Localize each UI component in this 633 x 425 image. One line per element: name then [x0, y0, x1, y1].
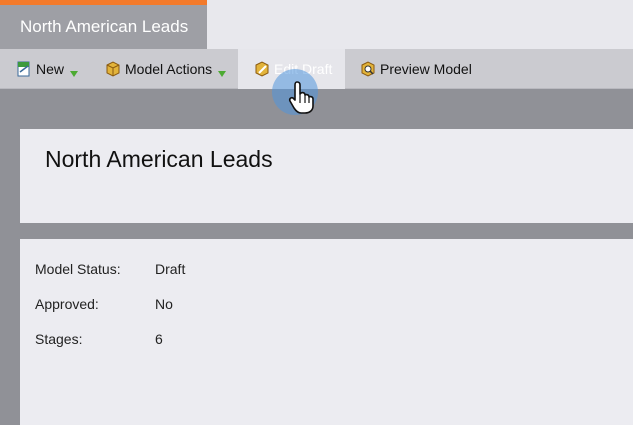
detail-row-approved: Approved: No [35, 296, 173, 312]
detail-value: No [155, 296, 173, 312]
chevron-down-icon[interactable] [70, 65, 79, 77]
title-panel: North American Leads [20, 129, 633, 223]
new-button[interactable]: New [16, 49, 79, 89]
preview-model-button[interactable]: Preview Model [360, 49, 472, 89]
details-panel: Model Status: Draft Approved: No Stages: 6 [20, 239, 633, 425]
detail-value: 6 [155, 331, 163, 347]
chevron-down-icon[interactable] [218, 65, 227, 77]
new-icon [16, 61, 32, 77]
preview-model-label: Preview Model [380, 61, 472, 77]
detail-key: Model Status: [35, 261, 121, 277]
page-title: North American Leads [45, 146, 273, 172]
new-label: New [36, 61, 65, 77]
detail-row-model-status: Model Status: Draft [35, 261, 185, 277]
edit-draft-icon [254, 61, 270, 77]
model-actions-button[interactable]: Model Actions [105, 49, 227, 89]
model-actions-label: Model Actions [125, 61, 213, 77]
edit-draft-button[interactable]: Edit Draft [238, 49, 345, 89]
toolbar: New Model Actions Edit Draft Preview Mod… [0, 49, 633, 89]
detail-key: Approved: [35, 296, 99, 312]
detail-key: Stages: [35, 331, 83, 347]
model-actions-icon [105, 61, 121, 77]
detail-value: Draft [155, 261, 186, 277]
edit-draft-label: Edit Draft [274, 61, 333, 77]
tab-north-american-leads[interactable]: North American Leads [0, 0, 207, 49]
detail-row-stages: Stages: 6 [35, 331, 163, 347]
preview-model-icon [360, 61, 376, 77]
